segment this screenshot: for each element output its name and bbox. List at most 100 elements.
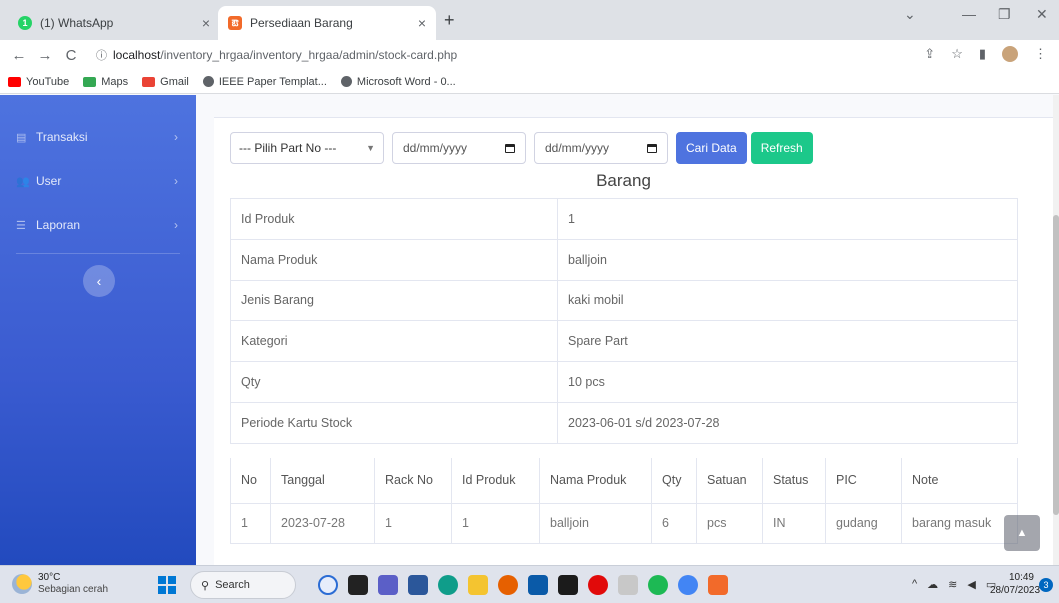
scroll-to-top-button[interactable]: ▲ bbox=[1004, 515, 1040, 551]
file-explorer-icon[interactable] bbox=[468, 575, 488, 595]
tab-list-chevron-icon[interactable]: ⌄ bbox=[904, 6, 916, 23]
tab-persediaan-barang[interactable]: ఔ Persediaan Barang × bbox=[218, 6, 436, 40]
browser-tab-bar: 1 (1) WhatsApp × ఔ Persediaan Barang × +… bbox=[0, 0, 1059, 40]
mail-icon[interactable] bbox=[528, 575, 548, 595]
clock-time: 10:49 bbox=[1008, 572, 1034, 583]
address-bar: ← → C ⓘ localhost/inventory_hrgaa/invent… bbox=[0, 40, 1059, 70]
tab-title: Persediaan Barang bbox=[250, 16, 353, 30]
tab-whatsapp[interactable]: 1 (1) WhatsApp × bbox=[8, 6, 220, 40]
calendar-icon[interactable] bbox=[505, 143, 515, 153]
spotify-icon[interactable] bbox=[648, 575, 668, 595]
chevron-up-icon[interactable]: ^ bbox=[912, 578, 917, 591]
back-icon[interactable]: ← bbox=[8, 47, 30, 64]
maps-icon bbox=[83, 76, 97, 87]
bookmark-word[interactable]: Microsoft Word - 0... bbox=[340, 76, 456, 88]
partly-cloudy-icon bbox=[12, 574, 32, 594]
share-icon[interactable]: ⇪ bbox=[924, 46, 935, 62]
date-to-input[interactable]: dd/mm/yyyy bbox=[534, 132, 668, 164]
column-header[interactable]: Nama Produk bbox=[539, 458, 652, 504]
amazon-icon[interactable] bbox=[618, 575, 638, 595]
bookmark-youtube[interactable]: YouTube bbox=[8, 76, 69, 88]
caret-down-icon: ▼ bbox=[366, 143, 375, 153]
info-value: 1 bbox=[557, 198, 1018, 240]
clock[interactable]: 10:49 28/07/2023 bbox=[990, 571, 1041, 597]
volume-icon[interactable]: ◀ bbox=[967, 578, 975, 591]
sidebar-toggle-button[interactable]: ‹ bbox=[83, 265, 115, 297]
page-scrollbar[interactable] bbox=[1053, 95, 1059, 565]
xampp-icon[interactable] bbox=[708, 575, 728, 595]
bookmark-star-icon[interactable]: ☆ bbox=[951, 46, 963, 62]
url-field[interactable]: ⓘ localhost/inventory_hrgaa/inventory_hr… bbox=[96, 45, 457, 65]
info-key: Id Produk bbox=[230, 198, 558, 240]
onedrive-icon[interactable]: ☁ bbox=[927, 578, 938, 591]
column-header[interactable]: PIC bbox=[825, 458, 902, 504]
sidebar-item-laporan[interactable]: ☰ Laporan › bbox=[0, 201, 196, 249]
gmail-icon bbox=[142, 76, 156, 87]
info-icon[interactable]: ⓘ bbox=[96, 47, 107, 63]
column-header[interactable]: Rack No bbox=[374, 458, 452, 504]
bookmark-maps[interactable]: Maps bbox=[83, 76, 128, 88]
cell-id-produk: 1 bbox=[451, 502, 540, 544]
new-tab-button[interactable]: + bbox=[444, 10, 455, 31]
chevron-right-icon: › bbox=[174, 174, 178, 188]
reload-icon[interactable]: C bbox=[60, 47, 82, 64]
edge-icon[interactable] bbox=[438, 575, 458, 595]
sidebar-item-user[interactable]: 👥 User › bbox=[0, 157, 196, 205]
calendar-icon[interactable] bbox=[647, 143, 657, 153]
sidebar-item-transaksi[interactable]: ▤ Transaksi › bbox=[0, 113, 196, 161]
sidepanel-icon[interactable]: ▮ bbox=[979, 46, 986, 62]
bookmark-ieee[interactable]: IEEE Paper Templat... bbox=[202, 76, 327, 88]
cell-rack-no: 1 bbox=[374, 502, 452, 544]
weather-condition: Sebagian cerah bbox=[38, 584, 109, 595]
column-header[interactable]: No bbox=[230, 458, 271, 504]
profile-avatar[interactable] bbox=[1002, 46, 1018, 62]
cell-nama-produk: balljoin bbox=[539, 502, 652, 544]
filter-bar: --- Pilih Part No --- ▼ dd/mm/yyyy dd/mm… bbox=[230, 131, 813, 165]
cell-pic: gudang bbox=[825, 502, 902, 544]
close-icon[interactable]: × bbox=[202, 15, 210, 31]
taskbar-search[interactable]: ⚲ Search bbox=[190, 571, 296, 599]
weather-widget[interactable]: 30°C Sebagian cerah bbox=[12, 572, 108, 596]
minimize-icon[interactable]: — bbox=[962, 6, 976, 22]
close-icon[interactable]: × bbox=[418, 15, 426, 31]
opera-icon[interactable] bbox=[588, 575, 608, 595]
info-key: Periode Kartu Stock bbox=[230, 401, 558, 444]
whatsapp-icon: 1 bbox=[18, 16, 32, 30]
word-icon[interactable] bbox=[408, 575, 428, 595]
clock-date: 28/07/2023 bbox=[990, 585, 1041, 596]
bookmark-gmail[interactable]: Gmail bbox=[142, 76, 189, 88]
chrome-icon[interactable] bbox=[678, 575, 698, 595]
scrollbar-thumb[interactable] bbox=[1053, 215, 1059, 515]
dropbox-icon[interactable] bbox=[558, 575, 578, 595]
column-header[interactable]: Tanggal bbox=[270, 458, 375, 504]
firefox-icon[interactable] bbox=[498, 575, 518, 595]
table-row: Qty 10 pcs bbox=[230, 361, 1018, 403]
sidebar: ▤ Transaksi › 👥 User › ☰ Laporan › ‹ bbox=[0, 95, 196, 565]
column-header[interactable]: Id Produk bbox=[451, 458, 540, 504]
menu-icon[interactable]: ⋮ bbox=[1034, 46, 1047, 62]
search-data-button[interactable]: Cari Data bbox=[676, 132, 747, 164]
window-close-icon[interactable]: ✕ bbox=[1036, 6, 1048, 23]
part-no-select[interactable]: --- Pilih Part No --- ▼ bbox=[230, 132, 384, 164]
task-view-icon[interactable] bbox=[348, 575, 368, 595]
column-header[interactable]: Satuan bbox=[696, 458, 763, 504]
forward-icon[interactable]: → bbox=[34, 47, 56, 64]
teams-icon[interactable] bbox=[378, 575, 398, 595]
sidebar-item-label: User bbox=[36, 174, 62, 188]
wifi-icon[interactable]: ≋ bbox=[948, 578, 957, 591]
cell-no: 1 bbox=[230, 502, 271, 544]
column-header[interactable]: Qty bbox=[651, 458, 697, 504]
date-from-input[interactable]: dd/mm/yyyy bbox=[392, 132, 526, 164]
column-header[interactable]: Note bbox=[901, 458, 1018, 504]
table-row: Periode Kartu Stock 2023-06-01 s/d 2023-0… bbox=[230, 401, 1018, 444]
bing-icon[interactable] bbox=[318, 575, 338, 595]
windows-start-icon[interactable] bbox=[158, 576, 176, 594]
column-header[interactable]: Status bbox=[762, 458, 826, 504]
info-value: Spare Part bbox=[557, 320, 1018, 363]
refresh-button[interactable]: Refresh bbox=[750, 132, 813, 164]
windows-taskbar: 30°C Sebagian cerah ⚲ Search ^ ☁ ≋ ◀ ▭ 1… bbox=[0, 565, 1059, 603]
restore-icon[interactable]: ❐ bbox=[998, 6, 1011, 23]
url-host: localhost bbox=[113, 48, 161, 62]
notification-badge[interactable]: 3 bbox=[1039, 578, 1053, 592]
info-value: 2023-06-01 s/d 2023-07-28 bbox=[557, 401, 1018, 444]
